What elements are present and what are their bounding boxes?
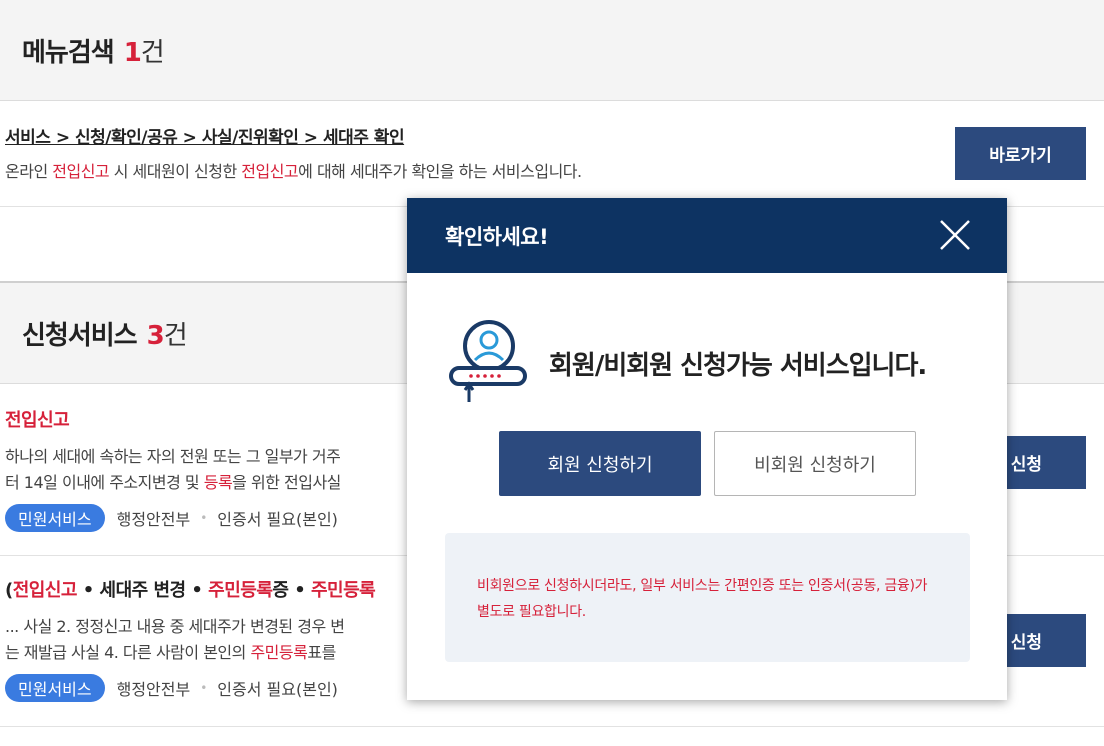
menu-search-count: 1 [123,37,142,68]
title-highlight: 주민등록 [208,580,273,601]
desc-text: 시 세대원이 신청한 [109,162,242,181]
modal-title: 확인하세요! [445,224,549,249]
title-highlight: 주민등록 [311,580,376,601]
menu-result-description: 온라인 전입신고 시 세대원이 신청한 전입신고에 대해 세대주가 확인을 하는… [5,158,1099,182]
menu-result-row: 서비스 > 신청/확인/공유 > 사실/진위확인 > 세대주 확인 온라인 전입… [0,101,1104,207]
desc-text: 에 대해 세대주가 확인을 하는 서비스입니다. [298,162,582,181]
service-desc-line: 하나의 세대에 속하는 자의 전원 또는 그 일부가 거주 [5,447,341,466]
desc-text: 온라인 [5,162,53,181]
menu-result-path-link[interactable]: 서비스 > 신청/확인/공유 > 사실/진위확인 > 세대주 확인 [5,123,1099,148]
desc-text: 표를 [307,643,336,662]
desc-text: 는 재발급 사실 4. 다른 사람이 본인의 [5,643,251,662]
title-highlight: 전입신고 [12,580,78,601]
member-apply-button[interactable]: 회원 신청하기 [499,431,701,496]
title-text: 증 • [272,580,311,601]
menu-search-unit: 건 [140,37,165,68]
apply-services-label: 신청서비스 [22,320,138,351]
notice-text: 비회원으로 신청하시더라도, 일부 서비스는 간편인증 또는 인증서(공동, 금… [477,578,928,620]
service-desc-line: 는 재발급 사실 4. 다른 사람이 본인의 주민등록표를 [5,640,425,666]
agency-label: 행정안전부 [116,680,191,699]
menu-search-label: 메뉴검색 [22,37,115,68]
service-desc-line: 터 14일 이내에 주소지변경 및 등록을 위한 전입사실 [5,470,425,496]
separator-dot: • [200,511,208,525]
separator-dot: • [200,681,208,695]
modal-header: 확인하세요! [407,198,1007,273]
agency-label: 행정안전부 [116,510,191,529]
desc-text: 터 14일 이내에 주소지변경 및 [5,473,204,492]
desc-highlight: 전입신고 [52,162,110,181]
title-text: ( [5,580,13,601]
desc-text: 을 위한 전입사실 [232,473,341,492]
confirm-modal: 확인하세요! 회원/비회원 신청가능 서비스입니다. 회원 신청하기 비회원 신… [407,198,1007,700]
service-description: 하나의 세대에 속하는 자의 전원 또는 그 일부가 거주 터 14일 이내에 … [5,444,425,496]
service-type-badge: 민원서비스 [5,504,105,532]
cert-requirement: 인증서 필요(본인) [217,510,338,529]
desc-highlight: 전입신고 [241,162,299,181]
menu-search-header: 메뉴검색 1건 [0,0,1104,101]
title-text: • 세대주 변경 • [76,580,209,601]
desc-highlight: 등록 [203,473,233,492]
desc-highlight: 주민등록 [250,643,308,662]
notice-box: 비회원으로 신청하시더라도, 일부 서비스는 간편인증 또는 인증서(공동, 금… [445,533,970,662]
goto-button[interactable]: 바로가기 [955,127,1086,180]
apply-services-unit: 건 [163,320,188,351]
modal-message: 회원/비회원 신청가능 서비스입니다. [549,350,927,381]
cert-requirement: 인증서 필요(본인) [217,680,338,699]
service-type-badge: 민원서비스 [5,674,105,702]
nonmember-apply-button[interactable]: 비회원 신청하기 [714,431,916,496]
modal-message-row: 회원/비회원 신청가능 서비스입니다. [447,316,927,410]
menu-search-title: 메뉴검색 1건 [22,32,165,69]
apply-services-title: 신청서비스 3건 [22,315,188,352]
apply-services-count: 3 [146,320,165,351]
member-login-icon [447,316,529,410]
close-icon[interactable] [939,219,971,251]
service-description: ... 사실 2. 정정신고 내용 중 세대주가 변경된 경우 변 는 재발급 … [5,614,425,666]
service-desc-line: ... 사실 2. 정정신고 내용 중 세대주가 변경된 경우 변 [5,617,345,636]
service-title-text: 전입신고 [5,410,70,431]
